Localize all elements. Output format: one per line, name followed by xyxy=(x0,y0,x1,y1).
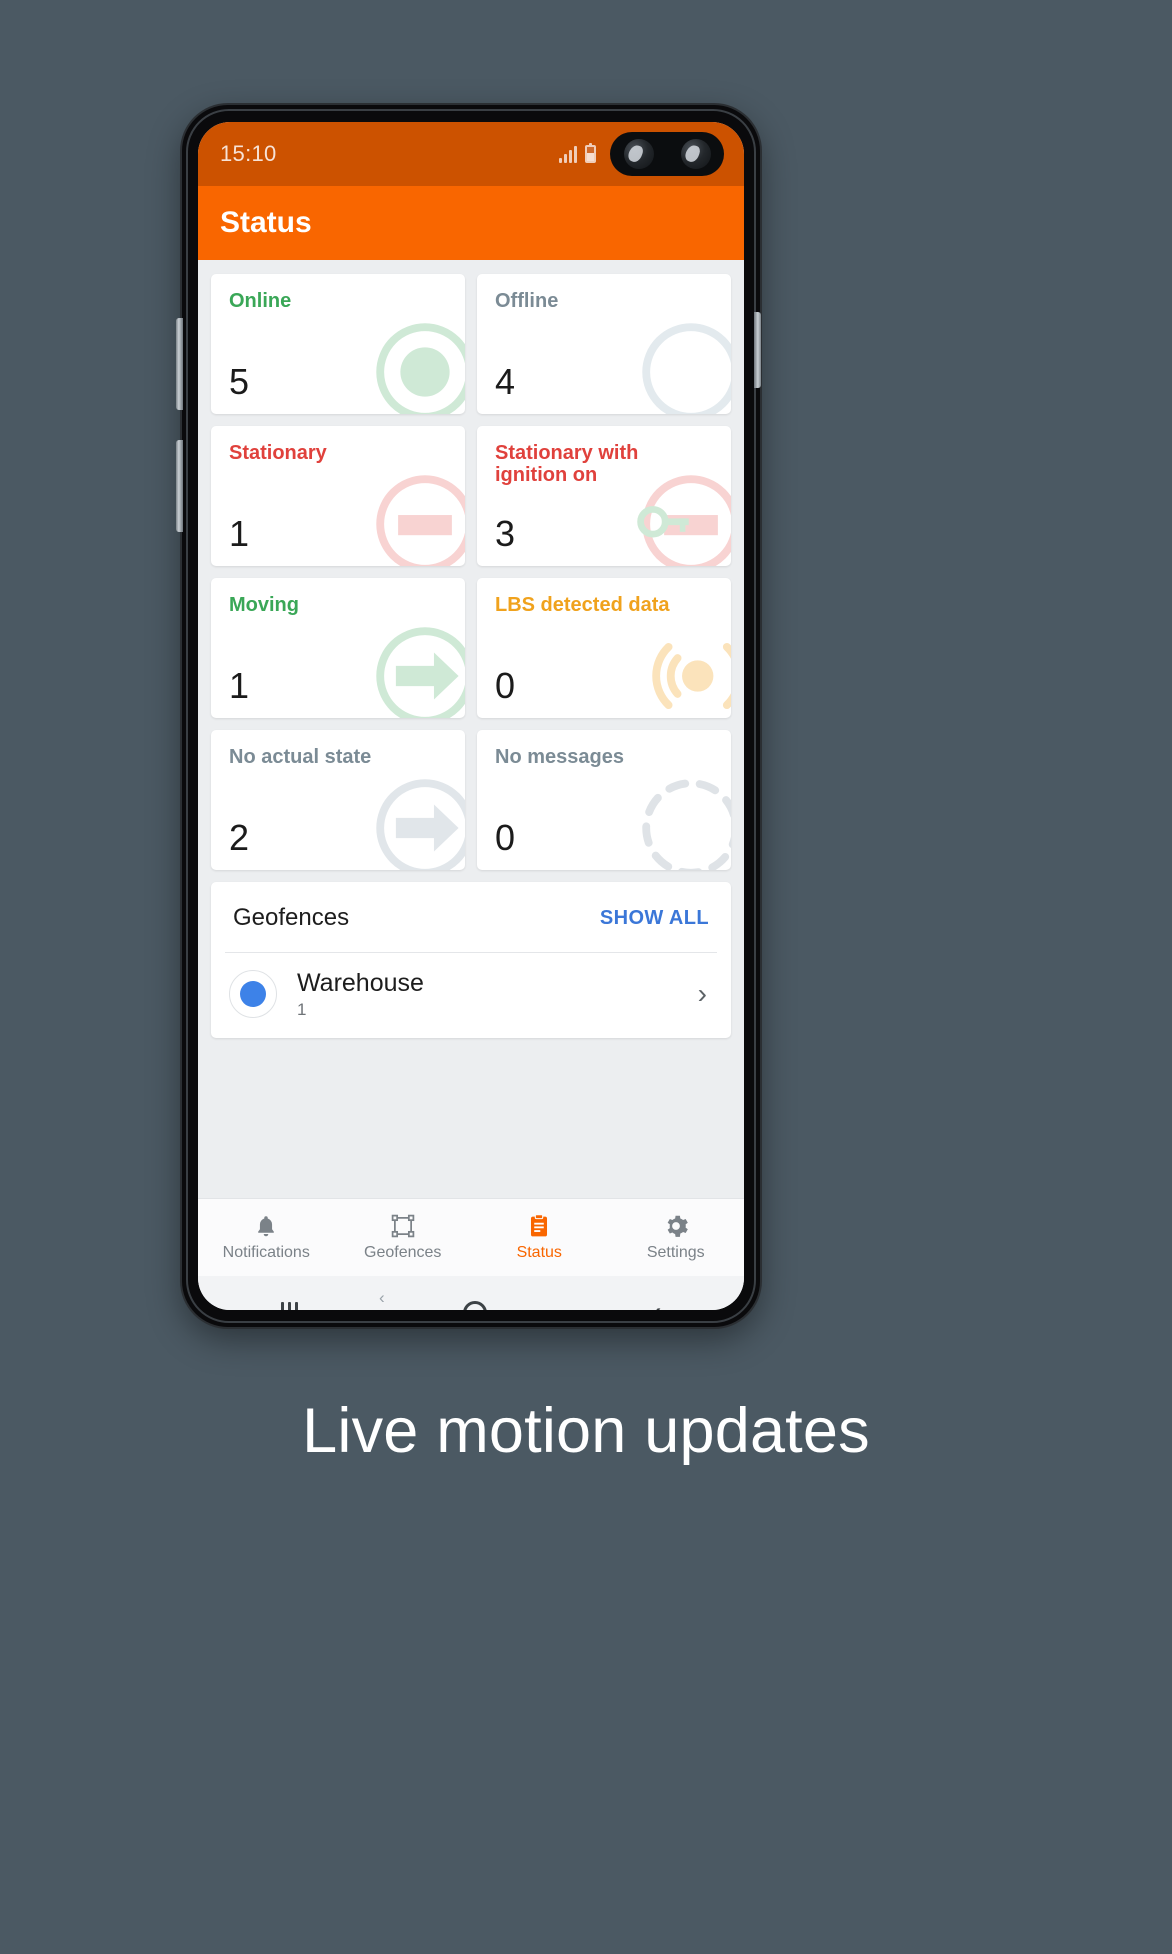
screenshot-stage: 15:10 Status Online 5 Offline 4 Stationa… xyxy=(0,0,1172,1954)
status-card-no-messages[interactable]: No messages 0 xyxy=(477,730,731,870)
status-card-label: Stationary with ignition on xyxy=(495,442,639,487)
geofences-title: Geofences xyxy=(233,904,350,931)
status-card-value: 0 xyxy=(495,817,516,858)
edge-panel-handle[interactable]: ‹ xyxy=(379,1289,385,1306)
app-bar: Status xyxy=(198,186,744,260)
status-card-moving[interactable]: Moving 1 xyxy=(211,578,465,718)
volume-down-button[interactable] xyxy=(176,440,183,532)
page-title: Status xyxy=(220,206,312,239)
tab-label: Status xyxy=(516,1244,562,1261)
back-icon[interactable]: ‹ xyxy=(652,1298,662,1311)
clipboard-icon xyxy=(531,1214,548,1237)
geofence-dot xyxy=(240,981,266,1008)
status-card-stationary-ignition-on[interactable]: Stationary with ignition on 3 xyxy=(477,426,731,566)
status-card-grid: Online 5 Offline 4 Stationary 1 Stationa… xyxy=(205,268,737,876)
status-card-cell: Stationary 1 xyxy=(205,420,471,572)
circle-ring-icon xyxy=(642,323,731,414)
geofence-count: 1 xyxy=(297,999,307,1019)
status-card-cell: LBS detected data 0 xyxy=(471,572,737,724)
tab-settings[interactable]: Settings xyxy=(608,1213,745,1262)
status-card-label: Stationary xyxy=(229,442,327,464)
signal-waves-icon xyxy=(652,642,731,710)
tab-label: Settings xyxy=(646,1244,705,1261)
status-card-no-actual-state[interactable]: No actual state 2 xyxy=(211,730,465,870)
status-card-cell: Stationary with ignition on 3 xyxy=(471,420,737,572)
status-card-label: Online xyxy=(229,290,292,312)
status-card-value: 2 xyxy=(229,817,250,858)
status-bar-indicators xyxy=(559,132,724,176)
circle-arrow-icon xyxy=(376,627,465,718)
battery-icon xyxy=(585,143,596,163)
status-card-label: LBS detected data xyxy=(495,594,670,616)
power-button[interactable] xyxy=(754,312,761,388)
status-card-label: No actual state xyxy=(229,746,372,768)
status-card-label: No messages xyxy=(495,746,624,768)
status-card-value: 1 xyxy=(229,665,250,706)
tab-geofences[interactable]: Geofences xyxy=(335,1213,472,1262)
signal-bars-icon xyxy=(559,145,577,163)
home-icon[interactable] xyxy=(462,1301,487,1310)
status-card-cell: Offline 4 xyxy=(471,268,737,420)
status-bar: 15:10 xyxy=(198,122,744,186)
promo-caption: Live motion updates xyxy=(302,1396,870,1466)
status-card-value: 1 xyxy=(229,513,250,554)
tab-status[interactable]: Status xyxy=(471,1213,608,1262)
circle-arrow-icon xyxy=(376,779,465,870)
polygon-icon xyxy=(391,1214,415,1238)
status-card-value: 3 xyxy=(495,513,516,554)
dual-camera-punchhole-icon xyxy=(610,132,724,176)
geofences-card: Geofences SHOW ALL Warehouse 1 › xyxy=(211,882,731,1038)
geofences-header: Geofences SHOW ALL xyxy=(211,882,731,952)
camera-lens-icon xyxy=(623,139,654,169)
tab-notifications[interactable]: Notifications xyxy=(198,1213,335,1262)
tab-label: Notifications xyxy=(222,1244,310,1261)
geofence-list-item-warehouse[interactable]: Warehouse 1 › xyxy=(211,953,731,1038)
status-card-cell: Moving 1 xyxy=(205,572,471,724)
status-card-label: Moving xyxy=(229,594,299,616)
geofences-show-all-button[interactable]: SHOW ALL xyxy=(600,907,709,930)
status-card-cell: No messages 0 xyxy=(471,724,737,876)
phone-screen: 15:10 Status Online 5 Offline 4 Stationa… xyxy=(198,122,744,1310)
status-card-online[interactable]: Online 5 xyxy=(211,274,465,414)
status-card-value: 0 xyxy=(495,665,516,706)
tab-label: Geofences xyxy=(364,1244,442,1261)
geofence-name: Warehouse xyxy=(297,969,424,997)
status-card-lbs-detected-data[interactable]: LBS detected data 0 xyxy=(477,578,731,718)
status-bar-clock: 15:10 xyxy=(220,141,277,166)
status-card-label: Offline xyxy=(495,290,559,312)
dashed-circle-icon xyxy=(642,779,731,870)
status-card-offline[interactable]: Offline 4 xyxy=(477,274,731,414)
bell-icon xyxy=(258,1216,275,1237)
circle-dot-icon xyxy=(376,323,465,414)
bottom-navigation-bar: Notifications Geofences Status Settings xyxy=(198,1198,744,1276)
recents-icon[interactable] xyxy=(280,1302,298,1310)
camera-lens-icon xyxy=(680,139,711,169)
circle-bar-icon xyxy=(376,475,465,566)
geofence-dot-icon xyxy=(229,970,277,1019)
volume-up-button[interactable] xyxy=(176,318,183,410)
status-scroll-area[interactable]: Online 5 Offline 4 Stationary 1 Stationa… xyxy=(198,260,744,1198)
system-navigation-bar: ‹ xyxy=(198,1276,744,1310)
status-card-value: 4 xyxy=(495,361,516,402)
status-card-stationary[interactable]: Stationary 1 xyxy=(211,426,465,566)
status-card-value: 5 xyxy=(229,361,250,402)
chevron-right-icon[interactable]: › xyxy=(698,978,713,1010)
phone-frame: 15:10 Status Online 5 Offline 4 Stationa… xyxy=(182,105,760,1327)
status-card-cell: Online 5 xyxy=(205,268,471,420)
geofence-item-text: Warehouse 1 xyxy=(297,969,698,1020)
gear-icon xyxy=(667,1215,688,1237)
status-card-cell: No actual state 2 xyxy=(205,724,471,876)
